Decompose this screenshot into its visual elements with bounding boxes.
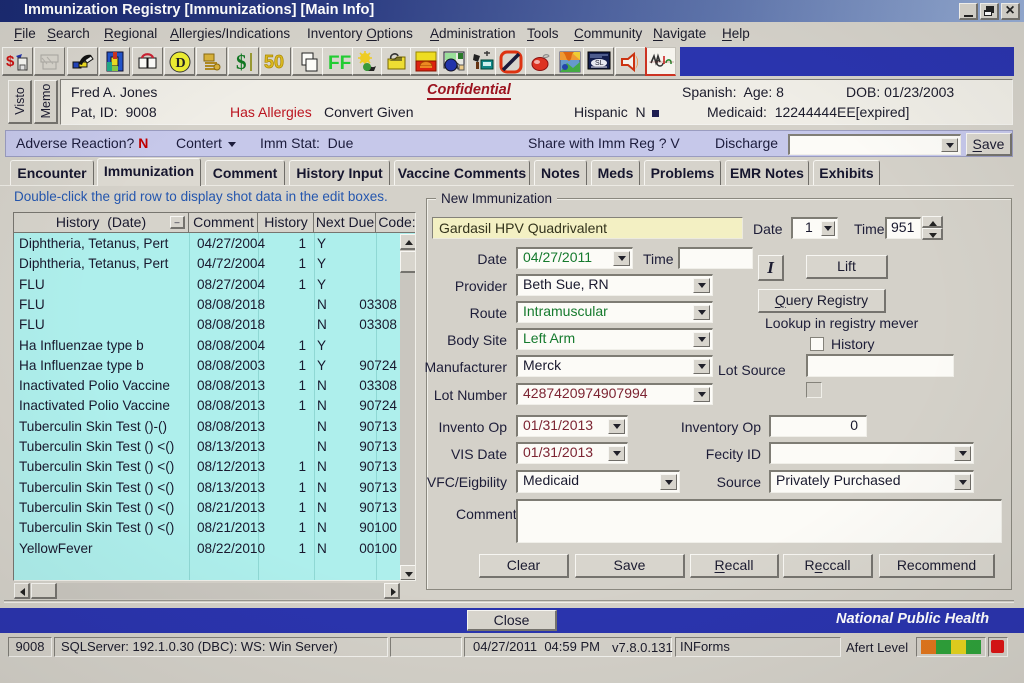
svg-text:FF: FF xyxy=(328,53,351,74)
svg-text:SL: SL xyxy=(595,60,604,67)
svg-text:50: 50 xyxy=(264,52,284,72)
svg-text:$: $ xyxy=(236,50,247,74)
svg-text:D: D xyxy=(176,56,186,71)
svg-text:$: $ xyxy=(6,53,15,70)
